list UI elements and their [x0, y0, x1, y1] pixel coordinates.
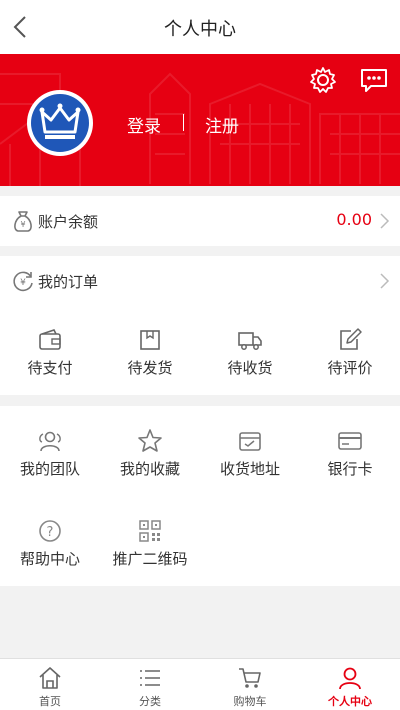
order-status-label: 待支付 [27, 359, 73, 377]
service-label: 我的团队 [19, 460, 80, 478]
crown-icon [39, 103, 81, 139]
order-status-label: 待发货 [127, 359, 173, 377]
order-pending-payment[interactable]: 待支付 [0, 305, 100, 395]
truck-icon [238, 332, 262, 350]
order-pending-review[interactable]: 待评价 [300, 305, 400, 395]
tab-cart[interactable]: 购物车 [200, 659, 300, 710]
svg-text:?: ? [47, 525, 54, 540]
chevron-right-icon [380, 273, 390, 289]
home-icon [39, 667, 61, 689]
gear-icon[interactable] [308, 65, 338, 95]
service-label: 推广二维码 [112, 550, 188, 568]
order-status-label: 待评价 [327, 359, 373, 377]
avatar[interactable] [27, 90, 93, 156]
tab-home[interactable]: 首页 [0, 659, 100, 710]
service-label: 银行卡 [327, 460, 373, 478]
account-balance-row[interactable]: ¥ 账户余额 0.00 [0, 196, 400, 246]
profile-banner: 登录 注册 [0, 54, 400, 186]
box-icon [140, 330, 160, 350]
user-icon [339, 667, 361, 690]
top-navigation-bar: 个人中心 [0, 0, 400, 54]
order-status-label: 待收货 [227, 359, 273, 377]
team-icon [39, 431, 61, 452]
chevron-right-icon [380, 213, 390, 229]
svg-text:¥: ¥ [20, 220, 25, 229]
my-favorites-item[interactable]: 我的收藏 [100, 406, 200, 496]
tab-label: 首页 [39, 695, 61, 708]
yen-refresh-icon: ¥ [13, 271, 33, 292]
qr-code-icon [139, 520, 161, 542]
tab-label: 分类 [139, 695, 161, 708]
tab-label: 个人中心 [328, 695, 372, 708]
tab-label: 购物车 [233, 695, 267, 708]
tab-categories[interactable]: 分类 [100, 659, 200, 710]
order-pending-receipt[interactable]: 待收货 [200, 305, 300, 395]
star-icon [138, 429, 162, 452]
bank-card-item[interactable]: 银行卡 [300, 406, 400, 496]
pencil-note-icon [340, 328, 362, 350]
services-grid: 我的团队 我的收藏 收货地址 银行卡 ? 帮助中心 推广二维码 [0, 406, 400, 586]
list-icon [140, 670, 160, 686]
address-box-icon [239, 432, 261, 451]
my-orders-row[interactable]: ¥ 我的订单 [0, 256, 400, 306]
service-label: 我的收藏 [119, 460, 180, 478]
svg-text:¥: ¥ [20, 278, 26, 288]
cart-icon [239, 668, 261, 688]
balance-value: 0.00 [336, 210, 372, 229]
order-status-grid: 待支付 待发货 待收货 待评价 [0, 305, 400, 395]
page-title: 个人中心 [164, 19, 236, 40]
wallet-icon [39, 329, 61, 350]
register-link[interactable]: 注册 [205, 112, 239, 137]
divider [183, 114, 184, 131]
order-pending-shipment[interactable]: 待发货 [100, 305, 200, 395]
promo-qr-code-item[interactable]: 推广二维码 [100, 496, 200, 586]
money-bag-icon: ¥ [14, 211, 32, 232]
help-icon: ? [39, 520, 61, 542]
service-label: 收货地址 [219, 460, 280, 478]
orders-label: 我的订单 [38, 273, 99, 291]
shipping-address-item[interactable]: 收货地址 [200, 406, 300, 496]
balance-label: 账户余额 [38, 213, 99, 231]
service-label: 帮助中心 [19, 550, 80, 568]
tab-profile[interactable]: 个人中心 [300, 659, 400, 710]
my-team-item[interactable]: 我的团队 [0, 406, 100, 496]
login-link[interactable]: 登录 [127, 112, 161, 137]
bank-card-icon [338, 432, 362, 450]
chat-bubble-icon[interactable] [359, 65, 389, 95]
avatar-badge [31, 94, 89, 152]
help-center-item[interactable]: ? 帮助中心 [0, 496, 100, 586]
bottom-tab-bar: 首页 分类 购物车 个人中心 [0, 658, 400, 710]
